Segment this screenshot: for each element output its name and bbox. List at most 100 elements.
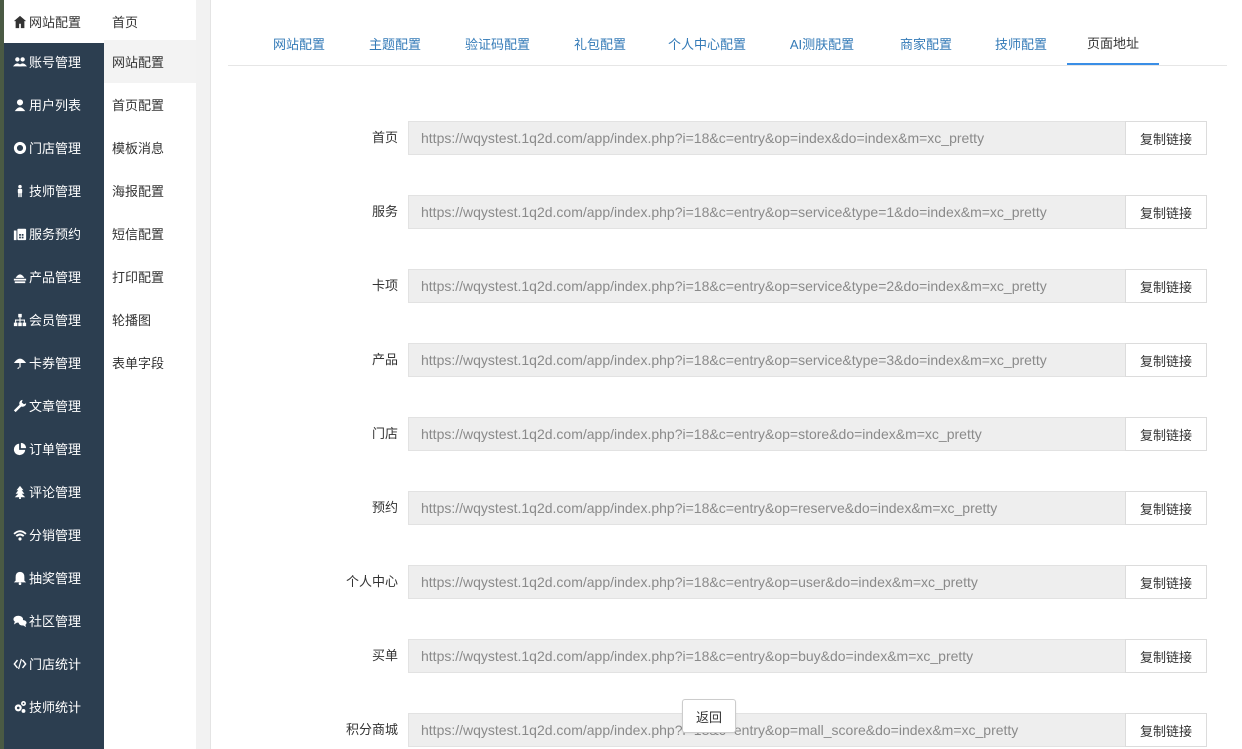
- sidebar-item-accounts[interactable]: 账号管理: [4, 40, 104, 83]
- sidebar-item-label: 订单管理: [29, 442, 82, 457]
- sidebar-item-lottery[interactable]: 抽奖管理: [4, 556, 104, 599]
- sidebar-item-technician[interactable]: 技师管理: [4, 169, 104, 212]
- tab-label: 网站配置: [272, 37, 325, 52]
- sub-menu: 首页 网站配置 首页配置 模板消息 海报配置 短信配置 打印配置 轮播图 表单字…: [104, 0, 196, 749]
- tab-merchant-config[interactable]: 商家配置: [885, 22, 967, 65]
- submenu-item-home-config[interactable]: 首页配置: [104, 83, 196, 126]
- copy-link-button[interactable]: 复制链接: [1125, 491, 1207, 525]
- sidebar-item-label: 技师管理: [29, 184, 82, 199]
- tab-captcha-config[interactable]: 验证码配置: [450, 22, 545, 65]
- url-label: 个人中心: [345, 574, 398, 589]
- submenu-item-template-msg[interactable]: 模板消息: [104, 126, 196, 169]
- sidebar-item-members[interactable]: 会员管理: [4, 298, 104, 341]
- url-field[interactable]: https://wqystest.1q2d.com/app/index.php?…: [408, 269, 1126, 303]
- sidebar-item-products[interactable]: 产品管理: [4, 255, 104, 298]
- sidebar-item-reviews[interactable]: 评论管理: [4, 470, 104, 513]
- copy-link-button[interactable]: 复制链接: [1125, 269, 1207, 303]
- copy-link-button[interactable]: 复制链接: [1125, 565, 1207, 599]
- url-label: 首页: [371, 130, 398, 145]
- sidebar-item-community[interactable]: 社区管理: [4, 599, 104, 642]
- submenu-item-poster[interactable]: 海报配置: [104, 169, 196, 212]
- sidebar-item-label: 分销管理: [29, 528, 82, 543]
- sidebar-item-distribution[interactable]: 分销管理: [4, 513, 104, 556]
- copy-link-button[interactable]: 复制链接: [1125, 195, 1207, 229]
- layout-gap: [196, 0, 210, 749]
- submenu-item-label: 海报配置: [112, 184, 165, 199]
- submenu-item-label: 表单字段: [112, 356, 165, 371]
- back-button[interactable]: 返回: [682, 699, 736, 733]
- sidebar-item-label: 会员管理: [29, 313, 82, 328]
- url-row-product: 产品 https://wqystest.1q2d.com/app/index.p…: [211, 343, 1242, 377]
- tab-label: 验证码配置: [464, 37, 530, 52]
- url-field[interactable]: https://wqystest.1q2d.com/app/index.php?…: [408, 713, 1126, 747]
- copy-link-button[interactable]: 复制链接: [1125, 121, 1207, 155]
- submenu-item-label: 轮播图: [112, 313, 152, 328]
- comments-icon: [12, 613, 28, 629]
- copy-link-button[interactable]: 复制链接: [1125, 713, 1207, 747]
- url-row-reserve: 预约 https://wqystest.1q2d.com/app/index.p…: [211, 491, 1242, 525]
- tab-ai-skin-config[interactable]: AI测肤配置: [776, 22, 868, 65]
- sidebar-item-label: 评论管理: [29, 485, 82, 500]
- url-field[interactable]: https://wqystest.1q2d.com/app/index.php?…: [408, 491, 1126, 525]
- tab-label: 页面地址: [1086, 36, 1139, 51]
- submenu-item-label: 打印配置: [112, 270, 165, 285]
- url-field[interactable]: https://wqystest.1q2d.com/app/index.php?…: [408, 639, 1126, 673]
- main-sidebar: 网站配置 账号管理 用户列表 门店管理 技师管理 服务预约 产品管理 会员管理: [0, 0, 104, 749]
- url-field[interactable]: https://wqystest.1q2d.com/app/index.php?…: [408, 121, 1126, 155]
- url-label: 积分商城: [345, 722, 398, 737]
- url-field[interactable]: https://wqystest.1q2d.com/app/index.php?…: [408, 417, 1126, 451]
- tab-theme-config[interactable]: 主题配置: [354, 22, 436, 65]
- tree-icon: [12, 484, 28, 500]
- sidebar-item-label: 社区管理: [29, 614, 82, 629]
- url-label: 门店: [371, 426, 398, 441]
- lifebuoy-icon: [12, 140, 28, 156]
- sidebar-item-label: 文章管理: [29, 399, 82, 414]
- sidebar-item-orders[interactable]: 订单管理: [4, 427, 104, 470]
- url-label: 卡项: [371, 278, 398, 293]
- sidebar-item-store[interactable]: 门店管理: [4, 126, 104, 169]
- tab-label: AI测肤配置: [789, 37, 855, 52]
- home-icon: [12, 14, 28, 30]
- tab-site-config[interactable]: 网站配置: [258, 22, 340, 65]
- url-label: 预约: [371, 500, 398, 515]
- submenu-item-form-fields[interactable]: 表单字段: [104, 341, 196, 384]
- main-content: 网站配置 主题配置 验证码配置 礼包配置 个人中心配置 AI测肤配置 商家配置 …: [210, 0, 1242, 749]
- url-label: 服务: [371, 204, 398, 219]
- tab-gift-config[interactable]: 礼包配置: [559, 22, 641, 65]
- copy-link-button[interactable]: 复制链接: [1125, 639, 1207, 673]
- url-field[interactable]: https://wqystest.1q2d.com/app/index.php?…: [408, 195, 1126, 229]
- submenu-item-site-config[interactable]: 网站配置: [104, 40, 196, 83]
- wrench-icon: [12, 398, 28, 414]
- bell-icon: [12, 570, 28, 586]
- user-icon: [12, 97, 28, 113]
- tab-page-urls[interactable]: 页面地址: [1067, 22, 1159, 65]
- url-field[interactable]: https://wqystest.1q2d.com/app/index.php?…: [408, 565, 1126, 599]
- submenu-item-sms[interactable]: 短信配置: [104, 212, 196, 255]
- copy-link-button[interactable]: 复制链接: [1125, 343, 1207, 377]
- sidebar-item-site-config[interactable]: 网站配置: [4, 0, 104, 43]
- product-icon: [12, 269, 28, 285]
- url-label: 买单: [371, 648, 398, 663]
- submenu-item-home[interactable]: 首页: [104, 0, 196, 43]
- sidebar-item-articles[interactable]: 文章管理: [4, 384, 104, 427]
- submenu-item-carousel[interactable]: 轮播图: [104, 298, 196, 341]
- submenu-item-label: 模板消息: [112, 141, 165, 156]
- submenu-item-print[interactable]: 打印配置: [104, 255, 196, 298]
- submenu-item-label: 首页配置: [112, 98, 165, 113]
- pie-chart-icon: [12, 441, 28, 457]
- sidebar-item-label: 门店统计: [29, 657, 82, 672]
- sidebar-item-tech-stats[interactable]: 技师统计: [4, 685, 104, 728]
- submenu-item-label: 首页: [112, 15, 139, 30]
- url-row-home: 首页 https://wqystest.1q2d.com/app/index.p…: [211, 121, 1242, 155]
- sidebar-item-label: 账号管理: [29, 55, 82, 70]
- tab-user-center-config[interactable]: 个人中心配置: [654, 22, 760, 65]
- sidebar-item-label: 网站配置: [29, 15, 82, 30]
- sidebar-item-coupons[interactable]: 卡券管理: [4, 341, 104, 384]
- url-field[interactable]: https://wqystest.1q2d.com/app/index.php?…: [408, 343, 1126, 377]
- sidebar-item-store-stats[interactable]: 门店统计: [4, 642, 104, 685]
- code-icon: [12, 656, 28, 672]
- sidebar-item-user-list[interactable]: 用户列表: [4, 83, 104, 126]
- tab-technician-config[interactable]: 技师配置: [980, 22, 1062, 65]
- copy-link-button[interactable]: 复制链接: [1125, 417, 1207, 451]
- sidebar-item-booking[interactable]: 服务预约: [4, 212, 104, 255]
